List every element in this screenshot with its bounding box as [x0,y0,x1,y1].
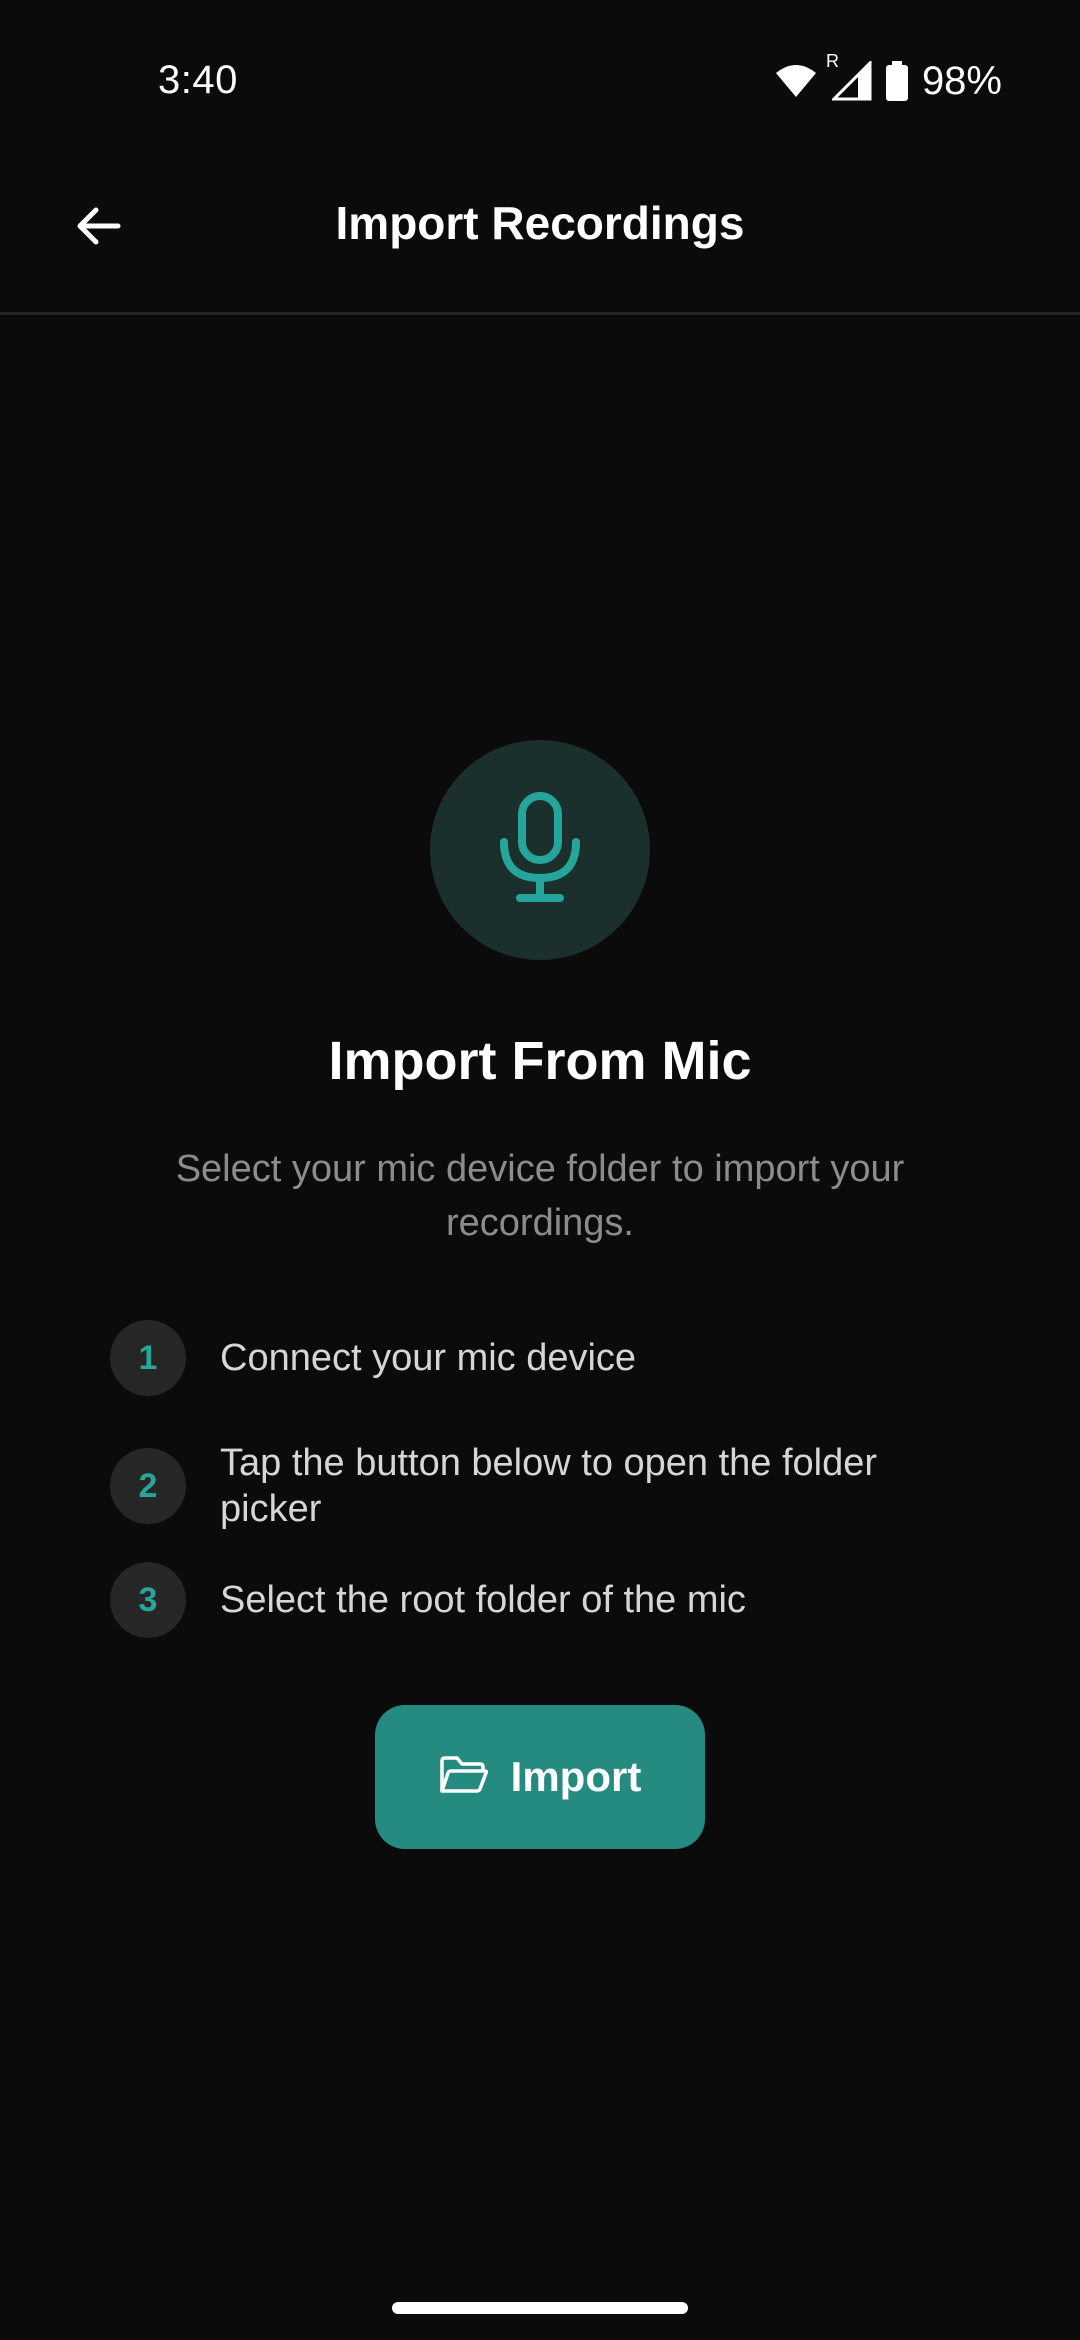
status-bar: 3:40 R 98% [0,0,1080,160]
mic-icon-circle [430,740,650,960]
step-item-3: 3 Select the root folder of the mic [110,1562,970,1638]
step-item-2: 2 Tap the button below to open the folde… [110,1440,970,1532]
app-bar: Import Recordings [0,160,1080,315]
page-title: Import Recordings [335,197,745,249]
step-text: Tap the button below to open the folder … [220,1442,878,1530]
wifi-icon [774,63,818,99]
step-text: Connect your mic device [220,1337,637,1379]
roaming-badge: R [825,51,839,71]
battery-icon [885,61,908,101]
step-text: Select the root folder of the mic [220,1579,746,1621]
step-item-1: 1 Connect your mic device [110,1320,970,1396]
cell-signal-icon: R [826,51,872,101]
import-button-label: Import [510,1753,642,1800]
folder-open-icon [439,1755,489,1800]
main-description: Select your mic device folder to import … [175,1148,905,1244]
import-button[interactable]: Import [375,1705,705,1849]
step-number: 2 [110,1448,186,1524]
battery-percent: 98% [921,58,1002,103]
step-number: 1 [110,1320,186,1396]
microphone-icon [498,791,582,909]
home-indicator[interactable] [392,2302,688,2314]
main-heading: Import From Mic [328,1031,752,1091]
status-time: 3:40 [158,58,238,102]
status-icons: R 98% [774,51,1002,106]
step-number: 3 [110,1562,186,1638]
